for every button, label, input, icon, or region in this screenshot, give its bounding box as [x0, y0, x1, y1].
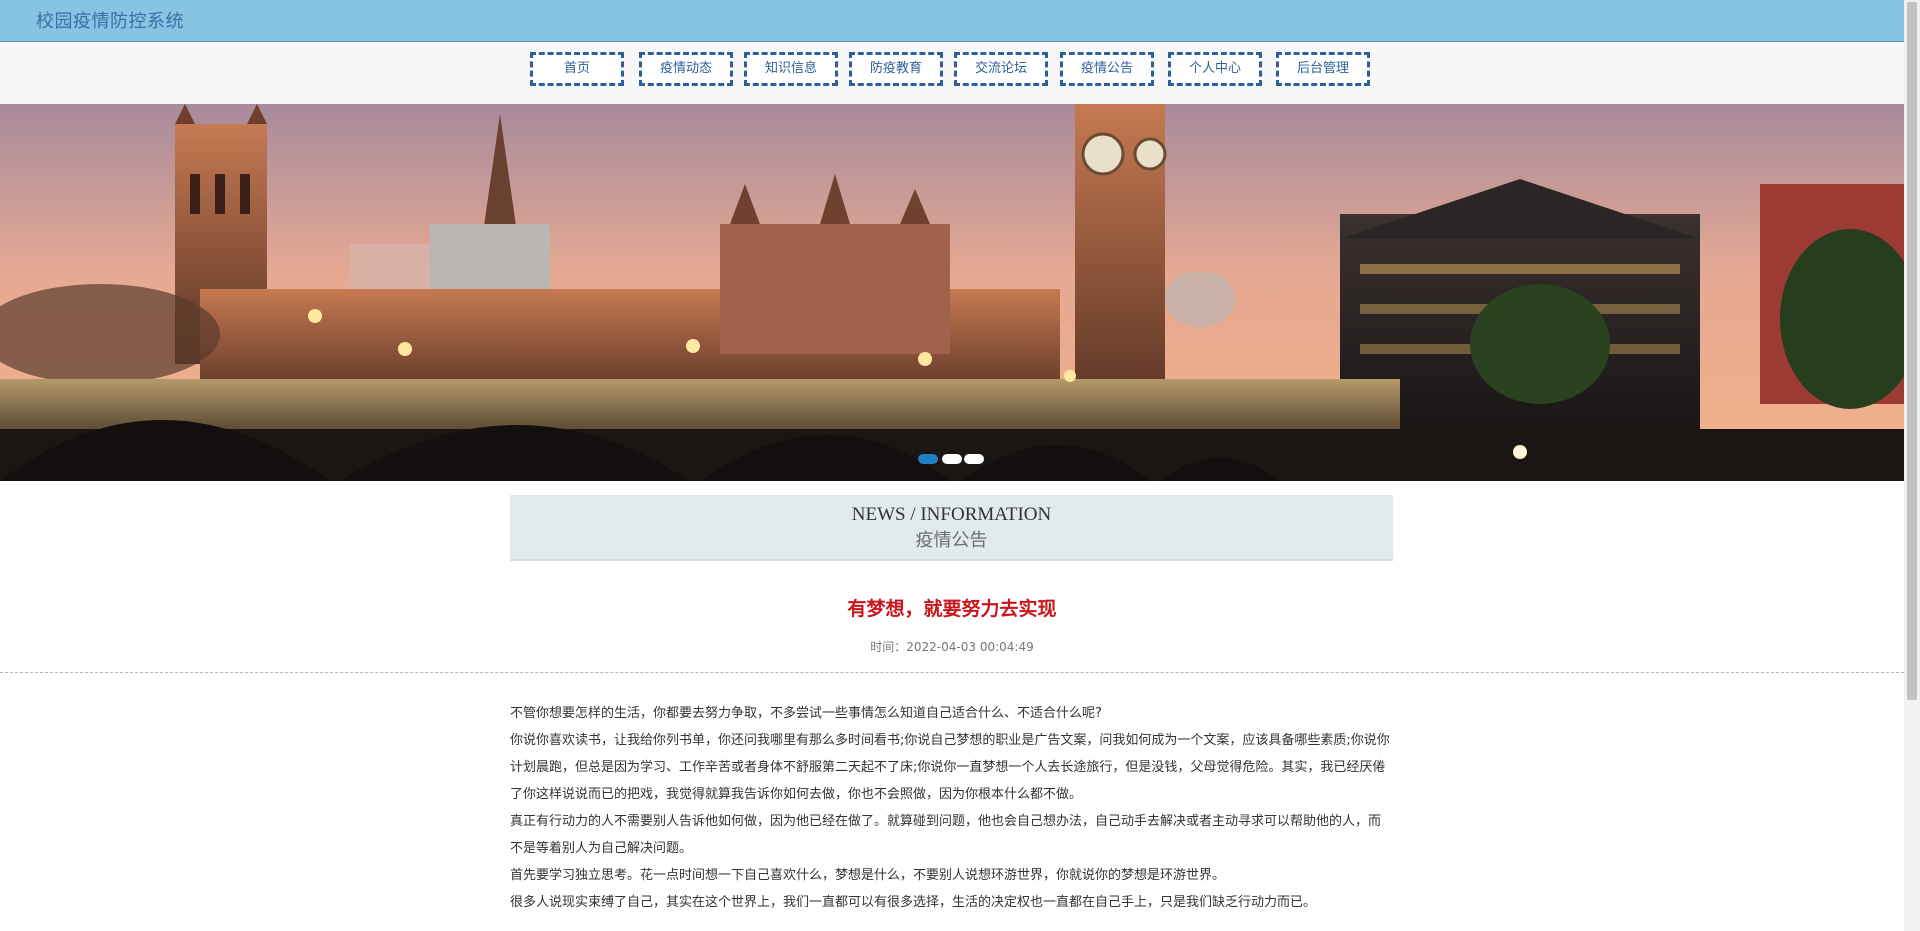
article-paragraph: 你说你喜欢读书，让我给你列书单，你还问我哪里有那么多时间看书;你说自己梦想的职业…: [510, 733, 1390, 802]
nav-item-home[interactable]: 首页: [530, 52, 624, 86]
nav-item-knowledge[interactable]: 知识信息: [744, 52, 838, 86]
nav-item-profile[interactable]: 个人中心: [1168, 52, 1262, 86]
nav-bar: 首页 疫情动态 知识信息 防疫教育 交流论坛 疫情公告 个人中心 后台管理: [0, 42, 1904, 104]
nav-item-education[interactable]: 防疫教育: [849, 52, 943, 86]
nav-item-announcements[interactable]: 疫情公告: [1060, 52, 1154, 86]
article-paragraph: 不管你想要怎样的生活，你都要去努力争取，不多尝试一些事情怎么知道自己适合什么、不…: [510, 706, 1102, 721]
article-paragraph: 很多人说现实束缚了自己，其实在这个世界上，我们一直都可以有很多选择，生活的决定权…: [510, 895, 1317, 910]
banner-carousel[interactable]: [0, 104, 1904, 481]
article-time: 时间：2022-04-03 00:04:49: [870, 640, 1034, 654]
section-heading-en: NEWS / INFORMATION: [851, 504, 1052, 525]
article-title: 有梦想，就要努力去实现: [847, 598, 1057, 620]
section-heading-cn: 疫情公告: [915, 530, 988, 550]
carousel-dot-3[interactable]: [964, 454, 984, 464]
section-heading: NEWS / INFORMATION 疫情公告: [510, 495, 1393, 561]
article-paragraph: 首先要学习独立思考。花一点时间想一下自己喜欢什么，梦想是什么，不要别人说想环游世…: [510, 868, 1226, 883]
article-body: 不管你想要怎样的生活，你都要去努力争取，不多尝试一些事情怎么知道自己适合什么、不…: [510, 700, 1390, 916]
nav-item-epidemic-news[interactable]: 疫情动态: [639, 52, 733, 86]
divider: [0, 672, 1904, 673]
carousel-dot-1[interactable]: [918, 454, 938, 464]
carousel-dot-2[interactable]: [942, 454, 962, 464]
nav-item-forum[interactable]: 交流论坛: [954, 52, 1048, 86]
scrollbar-thumb[interactable]: [1907, 2, 1917, 700]
banner-image: [0, 104, 1904, 481]
article-paragraph: 真正有行动力的人不需要别人告诉他如何做，因为他已经在做了。就算碰到问题，他也会自…: [510, 814, 1382, 856]
header-bar: 校园疫情防控系统: [0, 0, 1904, 42]
site-title[interactable]: 校园疫情防控系统: [36, 7, 184, 33]
nav-item-admin[interactable]: 后台管理: [1276, 52, 1370, 86]
vertical-scrollbar[interactable]: [1904, 0, 1920, 931]
